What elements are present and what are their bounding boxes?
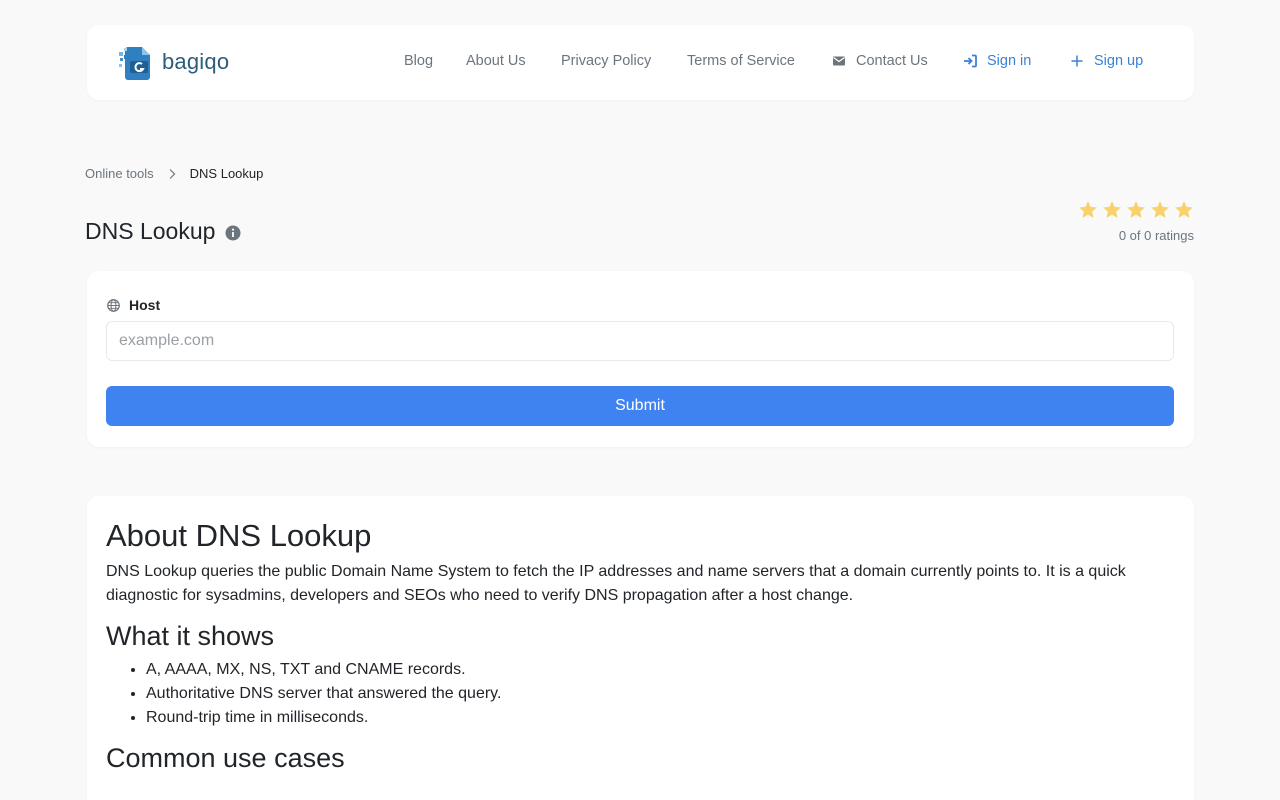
star-icon[interactable]	[1150, 200, 1170, 220]
rating-widget: 0 of 0 ratings	[1078, 200, 1194, 243]
main-nav: Blog About Us Privacy Policy Terms of Se…	[87, 25, 1194, 100]
sign-in-link[interactable]: Sign in	[963, 53, 1031, 69]
plus-icon	[1070, 54, 1084, 68]
sign-up-link[interactable]: Sign up	[1070, 53, 1143, 69]
star-icon[interactable]	[1174, 200, 1194, 220]
nav-terms-link[interactable]: Terms of Service	[687, 53, 795, 69]
star-icon[interactable]	[1126, 200, 1146, 220]
about-section: About DNS Lookup DNS Lookup queries the …	[87, 496, 1194, 800]
rating-summary: 0 of 0 ratings	[1118, 228, 1194, 243]
nav-contact-link[interactable]: Contact Us	[832, 53, 928, 69]
what-it-shows-heading: What it shows	[106, 621, 275, 651]
breadcrumb-current: DNS Lookup	[189, 166, 264, 181]
star-rating	[1078, 200, 1194, 220]
nav-blog-link[interactable]: Blog	[404, 53, 433, 69]
nav-privacy-link[interactable]: Privacy Policy	[561, 53, 651, 69]
list-item: Round-trip time in milliseconds.	[146, 706, 1175, 730]
list-item: A, AAAA, MX, NS, TXT and CNAME records.	[146, 658, 1175, 682]
sign-in-label: Sign in	[987, 53, 1032, 69]
breadcrumb-online-tools-link[interactable]: Online tools	[85, 166, 154, 181]
nav-about-link[interactable]: About Us	[466, 53, 526, 69]
list-item: Authoritative DNS server that answered t…	[146, 682, 1175, 706]
what-it-shows-list: A, AAAA, MX, NS, TXT and CNAME records. …	[106, 658, 1175, 730]
star-icon[interactable]	[1102, 200, 1122, 220]
globe-icon	[107, 298, 120, 312]
page-title-row: DNS Lookup	[85, 218, 241, 245]
info-icon[interactable]	[225, 225, 241, 241]
host-label: Host	[107, 297, 160, 313]
nav-contact-label: Contact Us	[856, 53, 928, 69]
page-title: DNS Lookup	[85, 218, 216, 244]
common-use-cases-heading: Common use cases	[106, 743, 345, 773]
host-label-text: Host	[129, 297, 161, 313]
sign-in-icon	[963, 54, 977, 68]
about-heading: About DNS Lookup	[106, 518, 372, 553]
chevron-right-icon	[168, 167, 178, 181]
star-icon[interactable]	[1078, 200, 1098, 220]
about-description: DNS Lookup queries the public Domain Nam…	[106, 563, 1126, 604]
dns-lookup-form: Host Submit	[87, 271, 1194, 447]
breadcrumb: Online tools DNS Lookup	[85, 166, 263, 181]
envelope-icon	[832, 54, 846, 68]
navbar: bagiqo Blog About Us Privacy Policy Term…	[87, 25, 1194, 100]
submit-button[interactable]: Submit	[106, 386, 1174, 426]
sign-up-label: Sign up	[1094, 53, 1144, 69]
host-input[interactable]	[106, 321, 1174, 361]
